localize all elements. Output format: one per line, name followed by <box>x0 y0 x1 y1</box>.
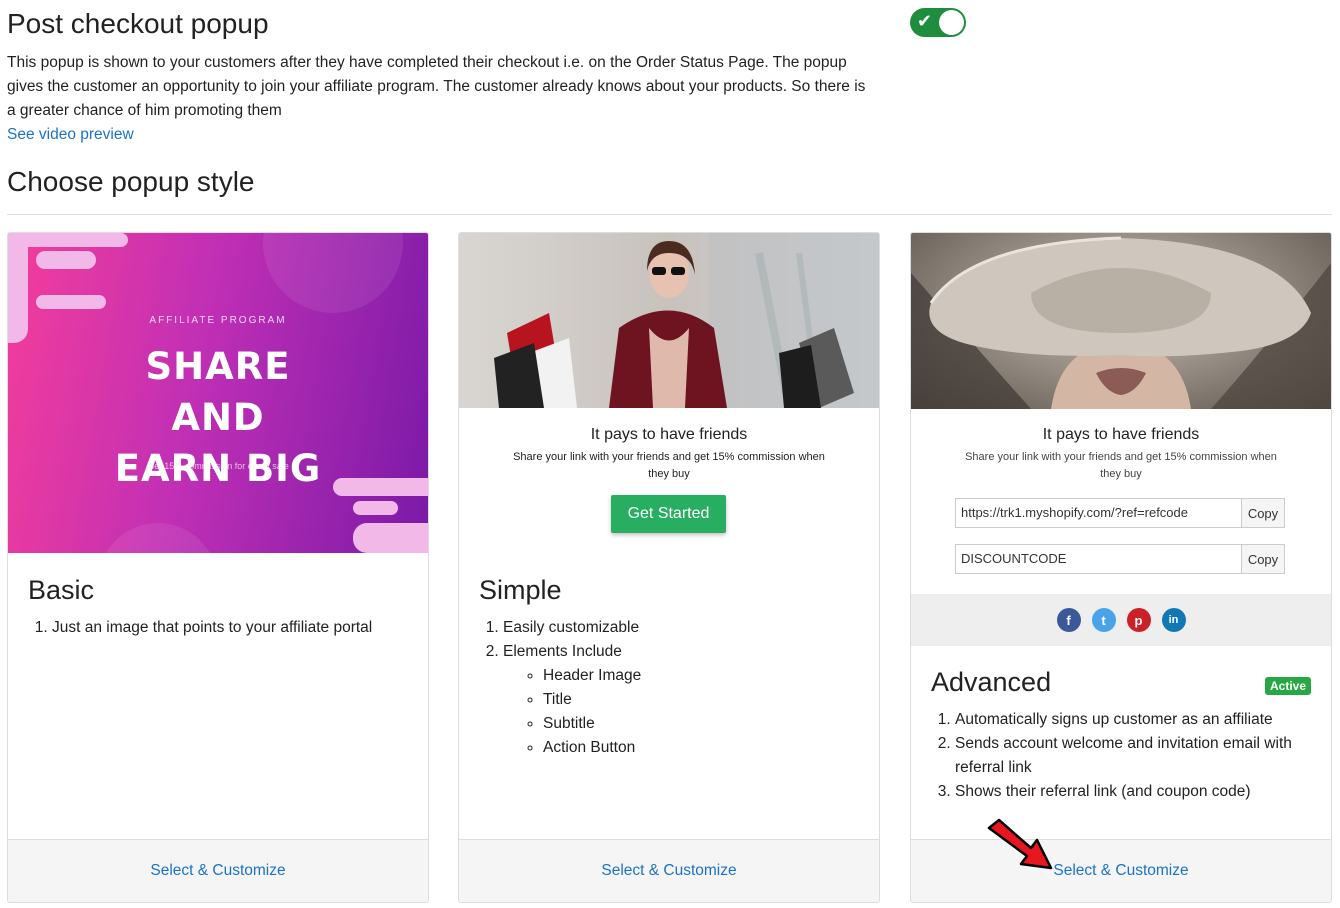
feature-list: Easily customizable Elements Include Hea… <box>479 616 641 760</box>
list-item: Automatically signs up customer as an af… <box>955 708 1320 732</box>
get-started-button: Get Started <box>611 495 726 533</box>
popup-enabled-toggle[interactable]: ✔ <box>910 8 966 37</box>
sub-list-item: Header Image <box>543 664 641 688</box>
sub-list: Header Image Title Subtitle Action Butto… <box>503 664 641 760</box>
card-title: Simple <box>479 575 562 605</box>
page-description: This popup is shown to your customers af… <box>7 54 866 119</box>
preview-headline-line: AND <box>171 396 265 439</box>
style-card-advanced[interactable]: It pays to have friends Share your link … <box>910 232 1332 903</box>
pinterest-icon: p <box>1126 608 1151 632</box>
divider <box>7 214 1332 215</box>
style-card-basic[interactable]: AFFILIATE PROGRAM SHARE AND EARN BIG Get… <box>7 232 429 903</box>
list-item: Just an image that points to your affili… <box>52 616 372 640</box>
preview-headline: SHARE AND EARN BIG <box>8 341 428 494</box>
preview-subtitle: Share your link with your friends and ge… <box>965 451 1277 480</box>
video-preview-link[interactable]: See video preview <box>7 126 134 144</box>
card-footer: Select & Customize <box>459 839 879 902</box>
select-customize-button[interactable]: Select & Customize <box>150 862 285 880</box>
twitter-icon: t <box>1091 608 1116 632</box>
card-footer: Select & Customize <box>8 839 428 902</box>
facebook-icon: f <box>1056 608 1081 632</box>
check-icon: ✔ <box>917 11 933 31</box>
referral-link-value: https://trk1.myshopify.com/?ref=refcode <box>961 505 1188 520</box>
list-item-label: Elements Include <box>503 643 622 660</box>
list-item: Sends account welcome and invitation ema… <box>955 732 1320 780</box>
card-footer: Select & Customize <box>911 839 1331 902</box>
preview-subtitle: Share your link with your friends and ge… <box>513 451 825 480</box>
section-title: Choose popup style <box>7 166 255 197</box>
preview-title: It pays to have friends <box>1042 426 1200 443</box>
preview-note: Get 15% commission for every sale <box>147 461 289 471</box>
sub-list-item: Action Button <box>543 736 641 760</box>
preview-label: AFFILIATE PROGRAM <box>149 315 287 326</box>
select-customize-button[interactable]: Select & Customize <box>601 862 736 880</box>
copy-code-button: Copy <box>1241 545 1284 573</box>
list-item: Shows their referral link (and coupon co… <box>955 780 1320 804</box>
social-share-bar: f t p in <box>911 594 1331 646</box>
toggle-knob <box>939 10 964 35</box>
linkedin-icon: in <box>1161 608 1186 632</box>
copy-link-button: Copy <box>1241 499 1284 527</box>
list-item: Easily customizable <box>503 616 641 640</box>
style-card-simple[interactable]: It pays to have friends Share your link … <box>458 232 880 903</box>
active-badge: Active <box>1265 677 1312 695</box>
discount-code-field: DISCOUNTCODE Copy <box>955 544 1285 574</box>
feature-list: Automatically signs up customer as an af… <box>931 708 1320 804</box>
shopping-woman-image <box>459 233 879 408</box>
preview-title: It pays to have friends <box>590 426 748 443</box>
hat-woman-image <box>911 233 1331 409</box>
referral-link-field: https://trk1.myshopify.com/?ref=refcode … <box>955 498 1285 528</box>
feature-list: Just an image that points to your affili… <box>28 616 372 640</box>
page-title: Post checkout popup <box>7 8 269 39</box>
annotation-arrow-icon <box>987 818 1053 870</box>
select-customize-button[interactable]: Select & Customize <box>1053 862 1188 880</box>
basic-preview-image: AFFILIATE PROGRAM SHARE AND EARN BIG Get… <box>8 233 428 553</box>
card-title: Advanced <box>931 667 1052 697</box>
sub-list-item: Title <box>543 688 641 712</box>
card-title: Basic <box>28 575 95 605</box>
list-item: Elements Include Header Image Title Subt… <box>503 640 641 760</box>
preview-headline-line: SHARE <box>145 345 291 388</box>
discount-code-value: DISCOUNTCODE <box>961 551 1067 566</box>
sub-list-item: Subtitle <box>543 712 641 736</box>
